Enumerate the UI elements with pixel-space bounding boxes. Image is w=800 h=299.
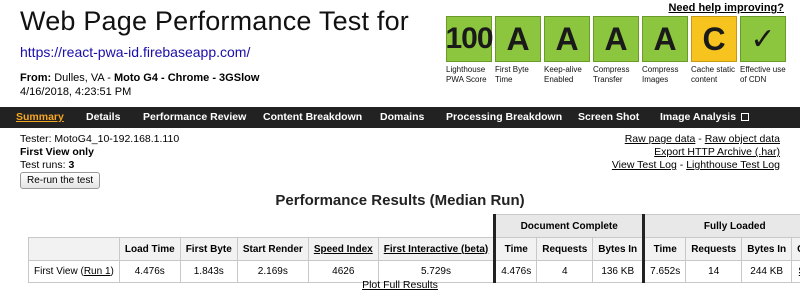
col-first-interactive[interactable]: First Interactive (beta) [377, 237, 496, 261]
test-runs: Test runs: 3 [20, 159, 74, 171]
lighthouse-log-link[interactable]: Lighthouse Test Log [686, 159, 780, 171]
tab-screen-shot[interactable]: Screen Shot [578, 111, 639, 123]
test-location: From: Dulles, VA - Moto G4 - Chrome - 3G… [20, 72, 260, 84]
grade-cache-static[interactable]: C Cache static content [691, 16, 737, 85]
grade-first-byte[interactable]: A First Byte Time [495, 16, 541, 85]
speed-index-link[interactable]: Speed Index [314, 244, 373, 255]
col-dc-time: Time [493, 237, 538, 261]
tab-image-analysis[interactable]: Image Analysis [660, 111, 749, 123]
col-fl-requests: Requests [685, 237, 743, 261]
plot-full-results-link[interactable]: Plot Full Results [362, 279, 438, 291]
tab-summary[interactable]: Summary [16, 111, 64, 123]
from-label: From: [20, 72, 52, 84]
grade-cache-static-label: Cache static content [691, 65, 736, 84]
view-test-log-link[interactable]: View Test Log [612, 159, 677, 171]
grade-compress-images[interactable]: A Compress Images [642, 16, 688, 85]
tab-performance-review[interactable]: Performance Review [143, 111, 246, 123]
grade-compress-transfer-value: A [593, 16, 639, 62]
tab-domains[interactable]: Domains [380, 111, 424, 123]
performance-table: Document Complete Fully Loaded Load Time… [28, 214, 800, 283]
col-cost: Cost [791, 237, 800, 261]
grade-compress-transfer[interactable]: A Compress Transfer [593, 16, 639, 85]
raw-object-data-link[interactable]: Raw object data [705, 133, 780, 145]
rerun-test-button[interactable]: Re-run the test [20, 172, 101, 189]
first-interactive-link[interactable]: First Interactive (beta) [384, 244, 488, 255]
group-fully-loaded: Fully Loaded [642, 214, 800, 238]
grade-cdn[interactable]: ✓ Effective use of CDN [740, 16, 786, 85]
page-title: Web Page Performance Test for [20, 6, 409, 36]
raw-page-data-link[interactable]: Raw page data [625, 133, 696, 145]
grade-lighthouse-value: 100 [445, 16, 494, 62]
test-runs-value: 3 [68, 159, 75, 171]
grade-compress-images-value: A [642, 16, 688, 62]
from-location: Dulles, VA [54, 72, 105, 84]
first-view-only: First View only [20, 146, 94, 158]
link-separator: - [676, 159, 687, 171]
grade-keep-alive-value: A [544, 16, 590, 62]
tab-processing-breakdown[interactable]: Processing Breakdown [446, 111, 562, 123]
grade-keep-alive-label: Keep-alive Enabled [544, 65, 582, 84]
grade-first-byte-value: A [495, 16, 541, 62]
external-link-icon [741, 113, 749, 121]
group-document-complete: Document Complete [493, 214, 645, 238]
tab-content-breakdown[interactable]: Content Breakdown [263, 111, 362, 123]
grade-panel: 100 Lighthouse PWA Score A First Byte Ti… [445, 16, 786, 100]
grade-cache-static-value: C [691, 16, 737, 62]
results-title: Performance Results (Median Run) [275, 192, 525, 209]
link-separator: - [695, 133, 705, 145]
col-speed-index[interactable]: Speed Index [307, 237, 379, 261]
data-links: Raw page data - Raw object data Export H… [612, 133, 780, 172]
table-header-row: Load Time First Byte Start Render Speed … [28, 237, 800, 261]
grade-compress-transfer-label: Compress Transfer [593, 65, 630, 84]
col-dc-bytes: Bytes In [592, 237, 645, 261]
nav-bar: Summary Details Performance Review Conte… [0, 107, 800, 128]
col-fl-bytes: Bytes In [741, 237, 793, 261]
tester-info: Tester: MotoG4_10-192.168.1.110 [20, 133, 180, 145]
col-first-byte: First Byte [179, 237, 238, 261]
row-label-text: First View ( [34, 266, 84, 277]
col-load-time: Load Time [118, 237, 181, 261]
table-group-header-row: Document Complete Fully Loaded [29, 214, 800, 238]
need-help-link[interactable]: Need help improving? [668, 2, 784, 14]
checkmark-icon: ✓ [740, 16, 786, 62]
grade-lighthouse[interactable]: 100 Lighthouse PWA Score [445, 16, 494, 85]
grade-cdn-label: Effective use of CDN [740, 65, 786, 84]
plot-full-results: Plot Full Results [0, 279, 800, 291]
tested-url[interactable]: https://react-pwa-id.firebaseapp.com/ [20, 44, 250, 60]
tab-details[interactable]: Details [86, 111, 120, 123]
grade-keep-alive[interactable]: A Keep-alive Enabled [544, 16, 590, 85]
group-header-spacer [29, 215, 495, 238]
grade-compress-images-label: Compress Images [642, 65, 679, 84]
grade-lighthouse-label: Lighthouse PWA Score [446, 65, 487, 84]
export-har-link[interactable]: Export HTTP Archive (.har) [654, 146, 780, 158]
test-date: 4/16/2018, 4:23:51 PM [20, 86, 132, 98]
col-dc-requests: Requests [536, 237, 594, 261]
tab-image-analysis-label: Image Analysis [660, 111, 737, 123]
col-row-label [28, 237, 120, 261]
col-start-render: Start Render [236, 237, 309, 261]
test-runs-label: Test runs: [20, 159, 66, 171]
run-1-link[interactable]: Run 1 [84, 266, 111, 277]
col-fl-time: Time [642, 237, 687, 261]
row-label-end: ) [110, 266, 114, 277]
from-device: Moto G4 - Chrome - 3GSlow [113, 72, 260, 84]
grade-first-byte-label: First Byte Time [495, 65, 529, 84]
